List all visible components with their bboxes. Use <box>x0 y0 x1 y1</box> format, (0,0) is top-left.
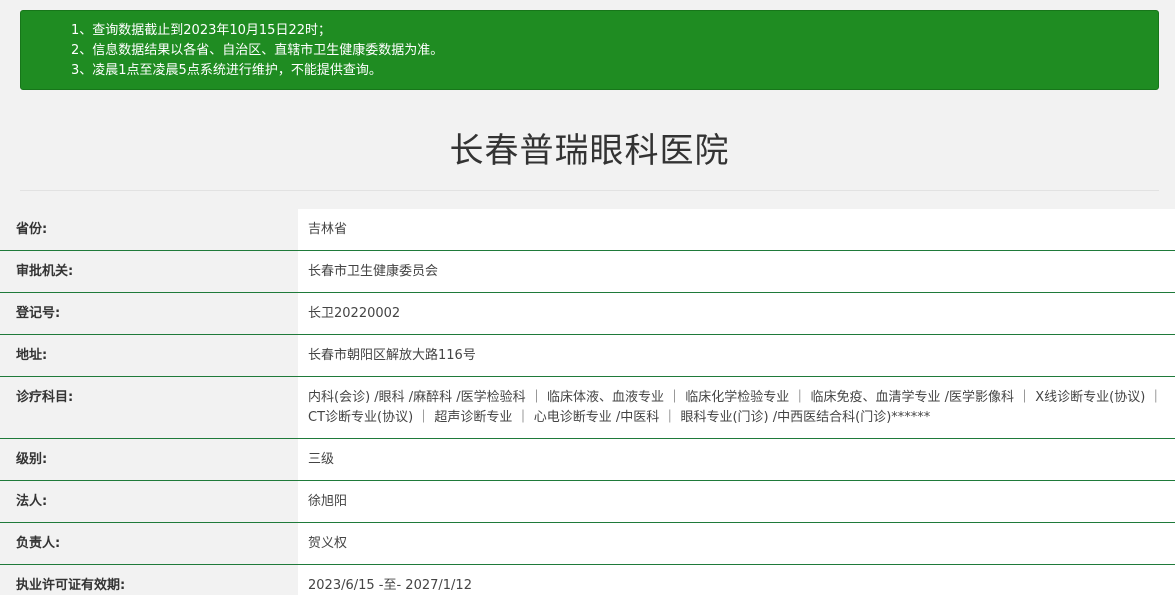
notice-line-2: 2、信息数据结果以各省、自治区、直辖市卫生健康委数据为准。 <box>71 43 444 58</box>
field-label: 地址: <box>0 334 298 377</box>
field-label: 负责人: <box>0 522 298 565</box>
field-value: 吉林省 <box>298 209 1175 251</box>
field-value: 2023/6/15 -至- 2027/1/12 <box>298 564 1175 595</box>
hospital-info-table: 省份: 吉林省 审批机关: 长春市卫生健康委员会 登记号: 长卫20220002… <box>0 209 1175 595</box>
title-section: 长春普瑞眼科医院 <box>20 90 1159 191</box>
field-value: 长卫20220002 <box>298 292 1175 335</box>
table-row-level: 级别: 三级 <box>0 438 1175 481</box>
field-value: 贺义权 <box>298 522 1175 565</box>
table-row-address: 地址: 长春市朝阳区解放大路116号 <box>0 334 1175 377</box>
table-row-license-validity: 执业许可证有效期: 2023/6/15 -至- 2027/1/12 <box>0 564 1175 595</box>
field-label: 登记号: <box>0 292 298 335</box>
field-label: 审批机关: <box>0 250 298 293</box>
notice-line-1: 1、查询数据截止到2023年10月15日22时； <box>71 23 331 38</box>
table-row-person-in-charge: 负责人: 贺义权 <box>0 522 1175 565</box>
field-value: 三级 <box>298 438 1175 481</box>
field-label: 级别: <box>0 438 298 481</box>
table-row-departments: 诊疗科目: 内科(会诊) /眼科 /麻醉科 /医学检验科 ｜ 临床体液、血液专业… <box>0 376 1175 439</box>
notice-banner: 1、查询数据截止到2023年10月15日22时； 2、信息数据结果以各省、自治区… <box>20 10 1159 90</box>
table-row-legal-person: 法人: 徐旭阳 <box>0 480 1175 523</box>
field-value: 内科(会诊) /眼科 /麻醉科 /医学检验科 ｜ 临床体液、血液专业 ｜ 临床化… <box>298 376 1175 439</box>
table-row-registration-number: 登记号: 长卫20220002 <box>0 292 1175 335</box>
table-row-province: 省份: 吉林省 <box>0 209 1175 251</box>
field-label: 省份: <box>0 209 298 251</box>
page-title: 长春普瑞眼科医院 <box>449 131 730 171</box>
notice-line-3: 3、凌晨1点至凌晨5点系统进行维护，不能提供查询。 <box>71 63 382 78</box>
page: 1、查询数据截止到2023年10月15日22时； 2、信息数据结果以各省、自治区… <box>0 0 1175 595</box>
field-label: 法人: <box>0 480 298 523</box>
table-row-approval-authority: 审批机关: 长春市卫生健康委员会 <box>0 250 1175 293</box>
field-label: 执业许可证有效期: <box>0 564 298 595</box>
field-value: 长春市朝阳区解放大路116号 <box>298 334 1175 377</box>
field-label: 诊疗科目: <box>0 376 298 439</box>
field-value: 徐旭阳 <box>298 480 1175 523</box>
field-value: 长春市卫生健康委员会 <box>298 250 1175 293</box>
